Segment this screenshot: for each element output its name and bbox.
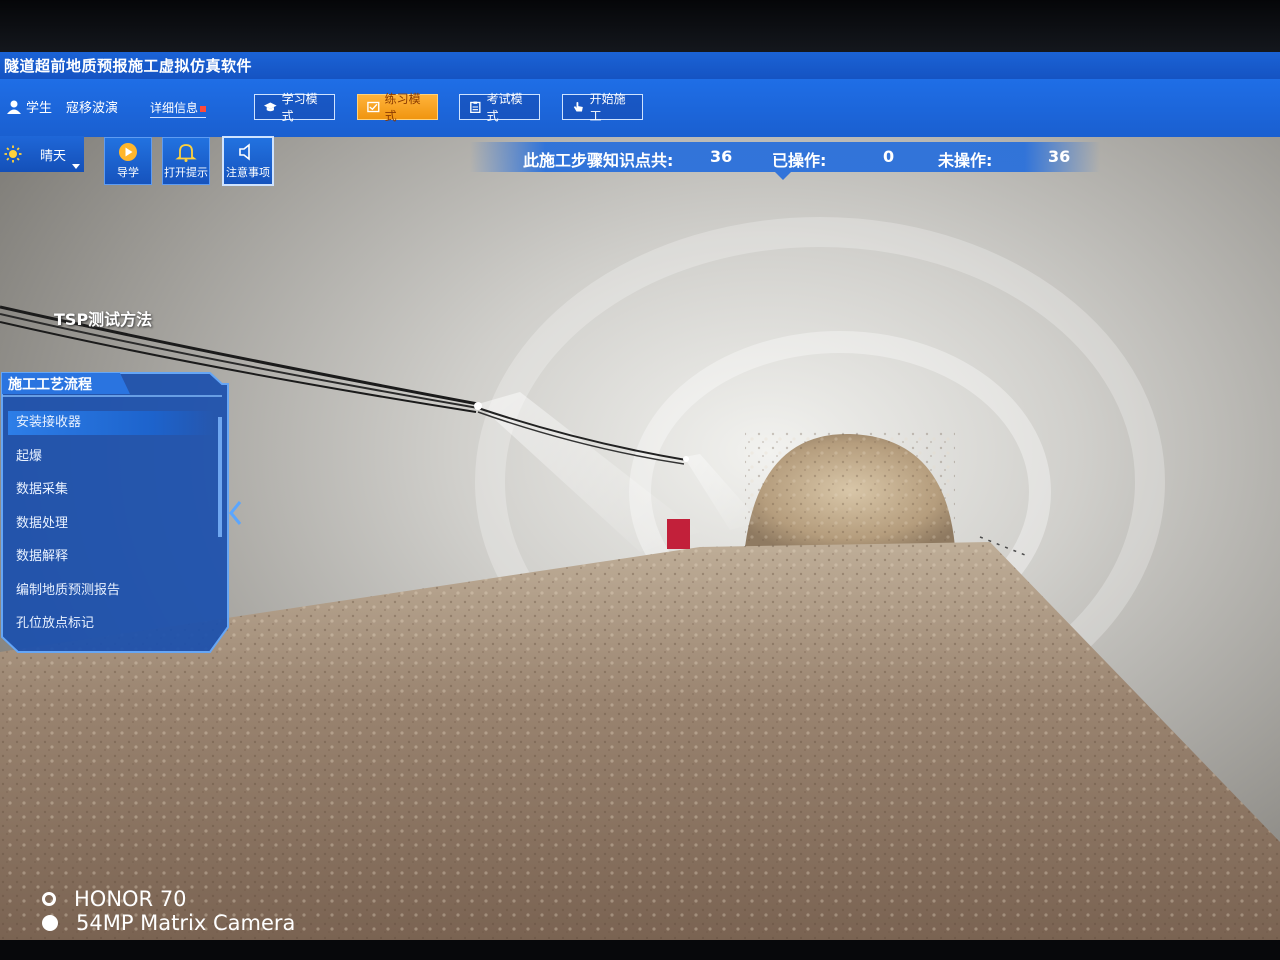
chevron-down-icon [72, 164, 80, 169]
notification-dot [200, 106, 207, 112]
camera-watermark: HONOR 70 54MP Matrix Camera [42, 887, 295, 935]
process-panel-title: 施工工艺流程 [8, 377, 92, 393]
title-bar: 隧道超前地质预报施工虚拟仿真软件 [0, 52, 1280, 79]
camera-spec: 54MP Matrix Camera [76, 911, 296, 935]
process-step[interactable]: 孔位放点标记 [8, 612, 214, 646]
exam-mode-label: 考试模式 [486, 92, 523, 123]
construction-process-panel: 施工工艺流程 安装接收器 起爆 数据采集 数据处理 数据解释 编制地质预测报告 … [0, 372, 230, 655]
user-name: 寇移波演 [66, 101, 119, 116]
process-step-list: 安装接收器 起爆 数据采集 数据处理 数据解释 编制地质预测报告 孔位放点标记 [8, 411, 214, 646]
precautions-button[interactable]: 注意事项 [222, 136, 274, 186]
practice-mode-button[interactable]: 练习模式 [357, 92, 438, 123]
monitor-bezel-top [0, 0, 1280, 52]
done-value: 0 [883, 147, 895, 166]
study-mode-button[interactable]: 学习模式 [254, 92, 335, 123]
open-hints-button[interactable]: 打开提示 [162, 137, 210, 185]
start-construction-button[interactable]: 开始施工 [562, 92, 643, 123]
process-step[interactable]: 编制地质预测报告 [8, 579, 214, 613]
user-info: 学生 寇移波演 [6, 97, 118, 116]
todo-label: 未操作: [938, 151, 993, 170]
start-construction-label: 开始施工 [589, 92, 626, 123]
study-mode-label: 学习模式 [281, 92, 318, 123]
detail-info-label: 详细信息 [150, 101, 199, 115]
todo-value: 36 [1048, 147, 1071, 166]
knowledge-stats-banner: 此施工步骤知识点共: 36 已操作: 0 未操作: 36 [470, 142, 1100, 180]
user-role: 学生 [26, 101, 53, 116]
precautions-label: 注意事项 [226, 166, 270, 179]
clipboard-icon [470, 101, 481, 113]
app-screen: TSP测试方法 隧道超前地质预报施工虚拟仿真软件 学生 寇移波演 详细信息 学习… [0, 52, 1280, 940]
sun-icon [4, 145, 22, 163]
guide-label: 导学 [117, 166, 139, 179]
tsp-method-label: TSP测试方法 [54, 310, 153, 329]
weather-selector[interactable]: 晴天 [0, 136, 84, 172]
hand-pointer-icon [573, 102, 583, 112]
exam-mode-button[interactable]: 考试模式 [459, 92, 540, 123]
device-name: HONOR 70 [74, 887, 187, 911]
guide-button[interactable]: 导学 [104, 137, 152, 185]
practice-mode-label: 练习模式 [384, 92, 421, 123]
banner-pointer [775, 172, 791, 180]
process-step[interactable]: 安装接收器 [8, 411, 214, 435]
total-points-label: 此施工步骤知识点共: [523, 151, 674, 170]
graduation-cap-icon [264, 102, 277, 112]
panel-scrollbar[interactable] [218, 417, 222, 537]
window-title: 隧道超前地质预报施工虚拟仿真软件 [4, 57, 253, 75]
done-label: 已操作: [772, 151, 827, 170]
collapse-panel-chevron-left-icon[interactable] [228, 500, 244, 526]
bell-icon [175, 144, 197, 162]
detail-info-link[interactable]: 详细信息 [150, 99, 207, 118]
process-step[interactable]: 起爆 [8, 445, 214, 479]
practice-icon [367, 101, 380, 113]
speaker-icon [239, 143, 250, 161]
main-toolbar: 学生 寇移波演 详细信息 学习模式 练习模式 考试模式 开始施工 [0, 79, 1280, 137]
user-icon [7, 100, 21, 114]
play-circle-icon [119, 143, 137, 161]
process-step[interactable]: 数据解释 [8, 545, 214, 579]
process-step[interactable]: 数据处理 [8, 512, 214, 546]
ring-icon [42, 892, 56, 906]
dot-icon [42, 915, 58, 931]
total-points-value: 36 [710, 147, 733, 166]
weather-label: 晴天 [40, 149, 67, 164]
process-step[interactable]: 数据采集 [8, 478, 214, 512]
open-hints-label: 打开提示 [164, 166, 208, 179]
monitor-bezel-bottom [0, 940, 1280, 960]
